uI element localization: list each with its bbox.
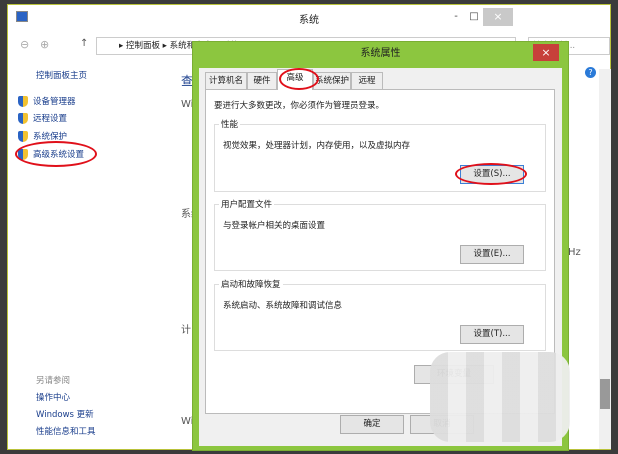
highlight-ellipse bbox=[279, 68, 319, 90]
tab-computer-name[interactable]: 计算机名 bbox=[205, 72, 247, 90]
tab-hardware[interactable]: 硬件 bbox=[247, 72, 277, 90]
window-title: 系统 bbox=[8, 11, 610, 26]
pixelated-watermark bbox=[430, 352, 570, 442]
forward-icon[interactable]: ⊕ bbox=[40, 38, 49, 51]
scrollbar[interactable] bbox=[599, 69, 611, 449]
see-also-heading: 另请参阅 bbox=[36, 374, 70, 386]
sidebar-item-remote[interactable]: 远程设置 bbox=[18, 112, 67, 124]
group-title: 性能 bbox=[219, 118, 240, 130]
user-profile-group: 用户配置文件 与登录帐户相关的桌面设置 设置(E)... bbox=[214, 204, 546, 271]
highlight-ellipse bbox=[15, 141, 97, 167]
shield-icon bbox=[18, 113, 28, 124]
sidebar-home-link[interactable]: 控制面板主页 bbox=[36, 69, 87, 81]
group-title: 启动和故障恢复 bbox=[219, 278, 283, 290]
dialog-title: 系统属性 bbox=[193, 42, 568, 68]
startup-recovery-group: 启动和故障恢复 系统启动、系统故障和调试信息 设置(T)... bbox=[214, 284, 546, 351]
back-icon[interactable]: ⊖ bbox=[20, 38, 29, 51]
ok-button[interactable]: 确定 bbox=[340, 415, 404, 434]
link-windows-update[interactable]: Windows 更新 bbox=[36, 408, 94, 420]
profile-settings-button[interactable]: 设置(E)... bbox=[460, 245, 524, 264]
tab-remote[interactable]: 远程 bbox=[351, 72, 383, 90]
tab-system-protection[interactable]: 系统保护 bbox=[313, 72, 351, 90]
shield-icon bbox=[18, 96, 28, 107]
bg-text: 计 bbox=[181, 321, 191, 336]
group-desc: 与登录帐户相关的桌面设置 bbox=[223, 219, 325, 231]
group-desc: 视觉效果，处理器计划，内存使用，以及虚拟内存 bbox=[223, 139, 410, 151]
bg-text: Hz bbox=[568, 247, 581, 258]
link-performance[interactable]: 性能信息和工具 bbox=[36, 425, 96, 437]
performance-group: 性能 视觉效果，处理器计划，内存使用，以及虚拟内存 设置(S)... bbox=[214, 124, 546, 192]
sidebar-item-device-manager[interactable]: 设备管理器 bbox=[18, 95, 76, 107]
scrollbar-thumb[interactable] bbox=[600, 379, 610, 409]
link-action-center[interactable]: 操作中心 bbox=[36, 391, 70, 403]
title-bar: 系统 - □ × bbox=[8, 5, 610, 35]
highlight-ellipse bbox=[455, 163, 527, 185]
close-button[interactable]: × bbox=[483, 8, 513, 26]
help-icon[interactable]: ? bbox=[585, 67, 596, 78]
admin-notice: 要进行大多数更改，你必须作为管理员登录。 bbox=[214, 99, 384, 111]
startup-settings-button[interactable]: 设置(T)... bbox=[460, 325, 524, 344]
dialog-close-button[interactable]: × bbox=[533, 44, 559, 61]
up-arrow-icon[interactable]: ↑ bbox=[80, 38, 88, 49]
group-title: 用户配置文件 bbox=[219, 198, 274, 210]
minimize-button[interactable]: - bbox=[448, 11, 464, 23]
group-desc: 系统启动、系统故障和调试信息 bbox=[223, 299, 342, 311]
shield-icon bbox=[18, 131, 28, 142]
maximize-button[interactable]: □ bbox=[466, 11, 482, 23]
